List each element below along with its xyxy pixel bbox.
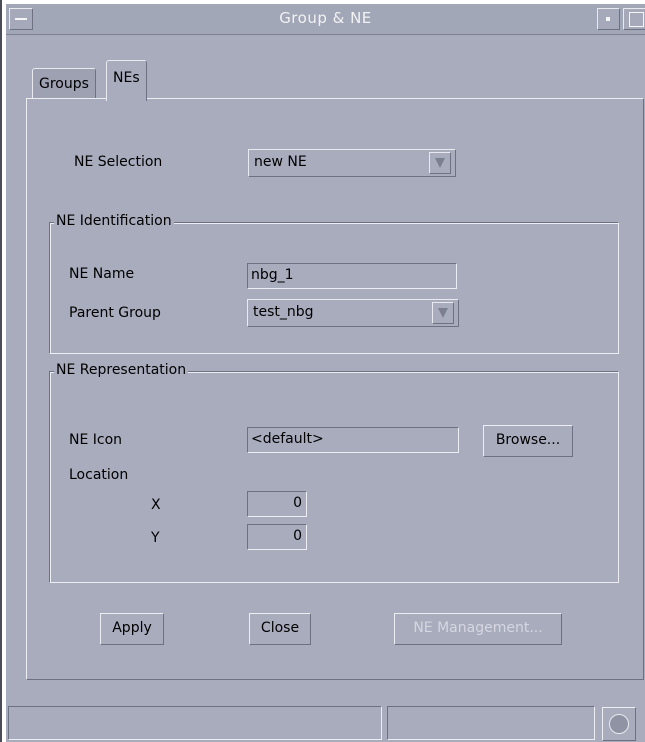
dropdown-arrow-icon [429, 152, 451, 174]
ne-selection-value: new NE [254, 154, 307, 170]
minimize-icon [606, 17, 610, 21]
ne-selection-dropdown[interactable]: new NE [248, 149, 456, 177]
parent-group-value: test_nbg [253, 304, 314, 320]
browse-button[interactable]: Browse... [483, 425, 573, 457]
apply-button[interactable]: Apply [100, 613, 164, 645]
tab-groups[interactable]: Groups [32, 68, 96, 99]
ne-management-button[interactable]: NE Management... [394, 613, 562, 645]
status-field-left [8, 706, 382, 740]
ne-icon-label: NE Icon [69, 432, 123, 448]
location-x-field[interactable]: 0 [247, 491, 307, 517]
maximize-button[interactable] [623, 8, 645, 30]
status-indicator[interactable] [602, 707, 636, 741]
ne-selection-label: NE Selection [74, 154, 163, 170]
parent-group-label: Parent Group [69, 305, 161, 321]
ne-name-label: NE Name [69, 266, 135, 282]
title-bar[interactable]: Group & NE [6, 4, 645, 35]
location-label: Location [69, 467, 129, 483]
ne-representation-group: NE Representation NE Icon <default> Brow… [49, 362, 619, 583]
y-label: Y [151, 530, 160, 546]
window-left-edge [0, 0, 2, 742]
parent-group-dropdown[interactable]: test_nbg [247, 299, 459, 327]
maximize-icon [629, 12, 644, 27]
ne-identification-group: NE Identification NE Name nbg_1 Parent G… [49, 213, 619, 354]
ne-name-value: nbg_1 [251, 267, 294, 283]
location-x-value: 0 [293, 495, 302, 511]
close-button[interactable]: Close [249, 613, 311, 645]
ne-icon-field[interactable]: <default> [247, 427, 459, 453]
tab-nes[interactable]: NEs [106, 60, 147, 101]
x-label: X [151, 497, 161, 513]
status-indicator-icon [609, 714, 629, 734]
nes-tab-panel: NE Selection new NE NE Identification NE… [26, 98, 644, 680]
location-y-field[interactable]: 0 [247, 524, 307, 550]
ne-icon-value: <default> [251, 431, 324, 447]
status-field-right [387, 706, 595, 740]
ne-identification-legend: NE Identification [54, 213, 174, 229]
group-ne-window: Group & NE Groups NEs NE Selection new N… [6, 4, 645, 742]
minimize-button[interactable] [597, 8, 620, 30]
location-y-value: 0 [293, 528, 302, 544]
dropdown-arrow-icon [432, 302, 454, 324]
ne-name-field[interactable]: nbg_1 [247, 263, 457, 289]
window-title: Group & NE [279, 9, 372, 27]
ne-representation-legend: NE Representation [54, 362, 189, 378]
